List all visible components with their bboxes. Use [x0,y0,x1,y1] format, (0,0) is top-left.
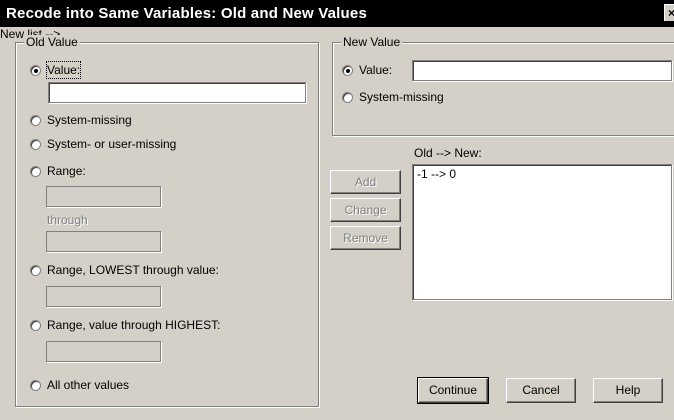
new-system-missing-label: System-missing [359,90,444,104]
all-other-values-radio[interactable]: All other values [30,377,129,393]
radio-button[interactable] [30,379,41,391]
radio-button[interactable] [30,264,41,276]
old-system-missing-radio[interactable]: System-missing [30,112,132,128]
all-other-values-label: All other values [47,378,130,392]
help-button[interactable]: Help [593,378,663,403]
remove-button[interactable]: Remove [330,226,401,250]
list-item[interactable]: -1 --> 0 [417,167,667,181]
range-to-input[interactable] [46,231,161,252]
new-value-radio-value[interactable]: Value: [342,62,392,78]
through-label: through [47,213,88,227]
range-lowest-label: Range, LOWEST through value: [47,263,219,277]
close-button[interactable]: × [664,4,674,21]
range-highest-radio[interactable]: Range, value through HIGHEST: [30,317,220,333]
radio-button[interactable] [342,91,353,103]
cancel-button[interactable]: Cancel [506,378,576,403]
radio-button[interactable] [30,64,41,76]
old-value-input[interactable] [48,82,306,103]
old-value-legend: Old Value [24,35,80,49]
range-highest-label: Range, value through HIGHEST: [47,318,221,332]
window-title: Recode into Same Variables: Old and New … [6,5,367,22]
new-value-radio-label: Value: [359,63,393,77]
dialog-body: Old Value Value: System-missing System- … [0,27,674,420]
radio-button[interactable] [30,319,41,331]
new-value-legend: New Value [341,35,403,49]
old-new-list-label: Old --> New: [414,146,482,160]
radio-button[interactable] [30,114,41,126]
new-value-input[interactable] [412,60,672,81]
new-system-missing-radio[interactable]: System-missing [342,89,444,105]
title-bar: Recode into Same Variables: Old and New … [0,0,674,27]
add-button[interactable]: Add [330,170,401,194]
range-label: Range: [47,164,86,178]
system-or-user-missing-radio[interactable]: System- or user-missing [30,136,176,152]
range-from-input[interactable] [46,186,161,207]
range-radio[interactable]: Range: [30,163,86,179]
old-value-radio-value[interactable]: Value: [30,61,82,79]
system-missing-label: System-missing [47,113,132,127]
value-radio-label: Value: [45,61,82,79]
radio-button[interactable] [30,165,41,177]
range-lowest-input[interactable] [46,286,161,307]
radio-button[interactable] [30,138,41,150]
change-button[interactable]: Change [330,198,401,222]
system-or-user-missing-label: System- or user-missing [47,137,177,151]
range-highest-input[interactable] [46,341,161,362]
radio-button[interactable] [342,64,353,76]
old-new-listbox[interactable]: -1 --> 0 [412,164,672,300]
range-lowest-radio[interactable]: Range, LOWEST through value: [30,262,219,278]
continue-button[interactable]: Continue [417,377,489,404]
